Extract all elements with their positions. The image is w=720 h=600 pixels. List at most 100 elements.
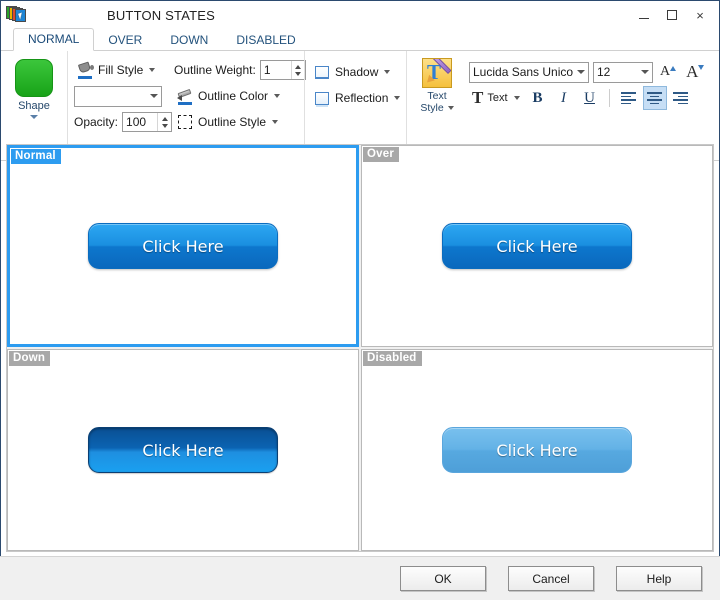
fill-style-label: Fill Style	[98, 63, 144, 77]
align-right-icon	[673, 92, 689, 104]
pane-label-over: Over	[363, 147, 400, 162]
align-left-icon	[621, 92, 637, 104]
shape-button[interactable]: Shape	[7, 56, 61, 119]
tab-down[interactable]: DOWN	[156, 30, 222, 51]
text-style-button[interactable]: T Text Style	[413, 56, 461, 114]
ok-button[interactable]: OK	[400, 566, 486, 591]
reflection-label: Reflection	[335, 91, 389, 105]
shrink-font-label: A	[686, 62, 699, 81]
text-color-dropdown[interactable]: T Text	[469, 87, 523, 109]
close-button[interactable]: ×	[687, 4, 713, 26]
fill-color-combo[interactable]	[74, 85, 162, 107]
window-controls: ×	[631, 4, 719, 26]
pane-label-disabled: Disabled	[363, 351, 422, 366]
italic-button[interactable]: I	[553, 87, 575, 109]
chevron-down-icon	[274, 94, 281, 98]
grow-font-label: A	[660, 64, 671, 79]
shadow-button[interactable]: Shadow	[311, 63, 393, 82]
preview-button-over[interactable]: Click Here	[442, 223, 632, 269]
font-family-combo[interactable]: Lucida Sans Unicode	[469, 61, 589, 83]
text-style-icon: T	[422, 58, 452, 88]
outline-weight-stepper[interactable]	[259, 60, 306, 80]
chevron-down-icon	[384, 70, 391, 74]
state-preview-grid: Normal Click Here Over Click Here Down C…	[6, 144, 714, 552]
pane-over[interactable]: Over Click Here	[361, 145, 713, 347]
maximize-button[interactable]	[659, 4, 685, 26]
pane-normal[interactable]: Normal Click Here	[7, 145, 359, 347]
grow-font-button[interactable]: A	[657, 63, 679, 81]
tab-normal[interactable]: NORMAL	[13, 28, 95, 51]
triangle-up-icon	[670, 66, 677, 71]
align-center-button[interactable]	[642, 86, 667, 110]
text-dropdown-label: Text	[487, 92, 508, 104]
pane-disabled[interactable]: Disabled Click Here	[361, 349, 713, 551]
reflection-button[interactable]: Reflection	[311, 89, 403, 108]
layers-icon	[6, 5, 28, 25]
tab-bar: NORMAL OVER DOWN DISABLED	[1, 28, 719, 51]
pane-label-down: Down	[9, 351, 51, 366]
align-right-button[interactable]	[670, 87, 692, 109]
preview-button-normal[interactable]: Click Here	[88, 223, 278, 269]
outline-weight-input[interactable]	[260, 61, 291, 79]
tab-disabled[interactable]: DISABLED	[222, 30, 309, 51]
outline-style-label: Outline Style	[198, 115, 267, 129]
arrow-down-icon	[161, 123, 168, 128]
chevron-down-icon	[272, 120, 279, 124]
title-bar: BUTTON STATES ×	[1, 1, 719, 29]
align-left-button[interactable]	[618, 87, 640, 109]
arrow-up-icon	[295, 64, 302, 69]
font-family-value: Lucida Sans Unicode	[473, 65, 573, 79]
help-button[interactable]: Help	[616, 566, 702, 591]
preview-button-down[interactable]: Click Here	[88, 427, 278, 473]
text-style-label-line1: Text	[427, 90, 447, 102]
spinner-arrows[interactable]	[290, 61, 305, 79]
divider	[608, 89, 610, 107]
outline-color-label: Outline Color	[198, 89, 269, 103]
align-center-icon	[647, 92, 663, 104]
outline-color-button[interactable]: Outline Color	[174, 87, 283, 106]
spinner-arrows[interactable]	[157, 113, 171, 131]
arrow-up-icon	[161, 116, 168, 121]
outline-style-button[interactable]: Outline Style	[174, 113, 281, 132]
green-rounded-square-icon	[15, 59, 53, 97]
opacity-input[interactable]	[123, 113, 158, 131]
chevron-down-icon	[394, 96, 401, 100]
maximize-icon	[667, 10, 677, 20]
text-style-label-line2: Style	[420, 102, 444, 114]
minimize-icon	[639, 17, 649, 19]
bold-button[interactable]: B	[527, 87, 549, 109]
pencil-icon	[177, 88, 194, 105]
paint-bucket-icon	[77, 61, 94, 79]
minimize-button[interactable]	[631, 4, 657, 26]
shadow-label: Shadow	[335, 65, 379, 79]
font-size-value: 12	[597, 65, 611, 79]
window-title: BUTTON STATES	[106, 7, 216, 23]
chevron-down-icon	[577, 70, 585, 74]
opacity-stepper[interactable]	[122, 112, 173, 132]
dialog-footer: OK Cancel Help	[0, 556, 720, 600]
text-T-icon: T	[472, 88, 484, 107]
chevron-down-icon	[149, 68, 156, 72]
shrink-font-button[interactable]: A	[683, 61, 707, 83]
tab-over[interactable]: OVER	[94, 30, 156, 51]
pane-label-normal: Normal	[11, 149, 61, 164]
opacity-label: Opacity:	[74, 115, 119, 129]
chevron-down-icon	[30, 115, 38, 119]
chevron-down-icon	[447, 106, 454, 110]
preview-button-disabled[interactable]: Click Here	[442, 427, 632, 473]
shadow-square-icon	[314, 64, 331, 81]
arrow-down-icon	[295, 71, 302, 76]
dashed-square-icon	[177, 114, 194, 131]
fill-style-button[interactable]: Fill Style	[74, 61, 158, 80]
chevron-down-icon	[150, 94, 158, 98]
shape-button-label: Shape	[18, 100, 50, 112]
cancel-button[interactable]: Cancel	[508, 566, 594, 591]
font-size-combo[interactable]: 12	[593, 61, 653, 83]
reflection-square-icon	[314, 90, 331, 107]
chevron-down-icon	[641, 70, 649, 74]
outline-weight-label: Outline Weight:	[174, 63, 256, 77]
chevron-down-icon	[513, 96, 520, 100]
underline-button[interactable]: U	[579, 87, 601, 109]
pane-down[interactable]: Down Click Here	[7, 349, 359, 551]
triangle-down-icon	[698, 65, 705, 70]
